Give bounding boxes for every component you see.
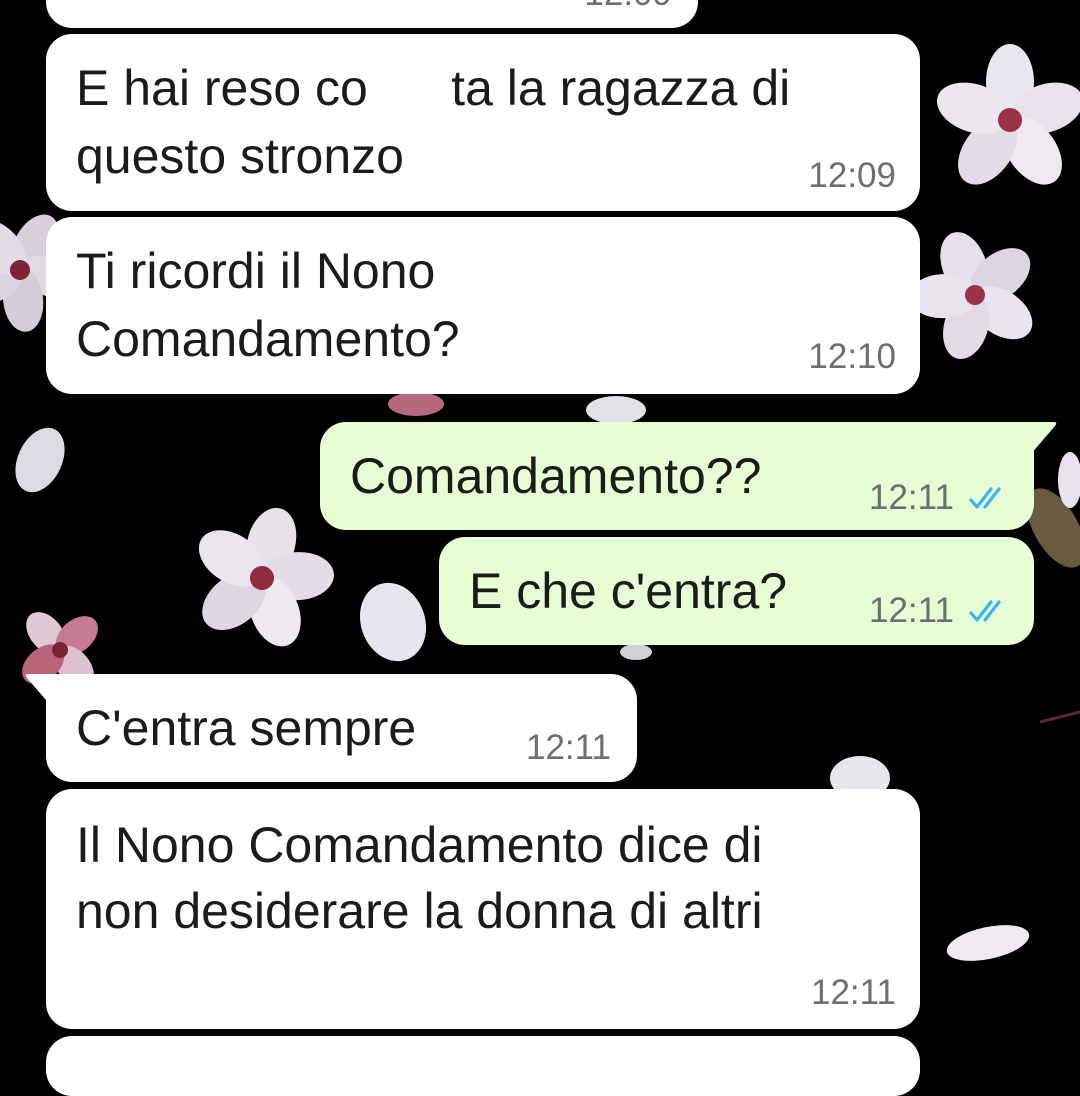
message-meta: 12:09 — [584, 0, 672, 14]
message-timestamp: 12:11 — [526, 728, 611, 767]
incoming-message-bubble[interactable] — [46, 1036, 920, 1096]
message-meta: 12:11 — [869, 478, 1012, 518]
incoming-message-bubble[interactable]: Il Nono Comandamento dice di non desider… — [46, 789, 920, 1029]
message-timestamp: 12:10 — [808, 337, 896, 376]
incoming-message-bubble[interactable]: Ti ricordi il Nono Comandamento? 12:10 — [46, 217, 920, 394]
message-text-line: Ti ricordi il Nono — [76, 243, 436, 299]
message-meta: 12:11 — [526, 728, 611, 768]
message-text-line: Comandamento?? — [350, 448, 762, 504]
message-meta: 12:09 — [808, 156, 896, 196]
cherry-blossom-icon — [936, 44, 1080, 185]
message-text-line: questo stronzo — [76, 128, 404, 184]
message-text-line: non desiderare la donna di altri — [76, 883, 763, 939]
outgoing-message-bubble[interactable]: E che c'entra? 12:11 — [439, 537, 1034, 645]
petal-shape — [15, 427, 65, 493]
petal-shape — [359, 582, 427, 662]
message-timestamp: 12:09 — [584, 0, 672, 14]
message-meta: 12:10 — [808, 337, 896, 377]
message-text-line: E hai reso co ta la ragazza di — [76, 60, 791, 116]
message-timestamp: 12:11 — [869, 478, 954, 517]
message-timestamp: 12:09 — [808, 156, 896, 195]
incoming-message-bubble[interactable]: C'entra sempre 12:11 — [46, 674, 637, 782]
message-meta: 12:11 — [811, 973, 896, 1013]
message-meta: 12:11 — [869, 591, 1012, 631]
message-text-line: E che c'entra? — [469, 563, 788, 619]
double-check-read-icon — [969, 600, 1001, 622]
incoming-message-bubble[interactable]: E hai reso co ta la ragazza di questo st… — [46, 34, 920, 211]
double-check-read-icon — [969, 487, 1001, 509]
message-text-line: C'entra sempre — [76, 700, 417, 756]
message-timestamp: 12:11 — [869, 591, 954, 630]
incoming-message-bubble[interactable]: 12:09 — [46, 0, 698, 28]
petal-shape — [620, 644, 652, 660]
message-text-line: Il Nono Comandamento dice di — [76, 817, 763, 873]
petal-shape — [388, 392, 444, 416]
petal-shape — [946, 925, 1030, 961]
petal-shape — [586, 396, 646, 424]
stem-line — [1039, 710, 1080, 724]
outgoing-message-bubble[interactable]: Comandamento?? 12:11 — [320, 422, 1034, 530]
message-text-line: Comandamento? — [76, 311, 460, 367]
message-timestamp: 12:11 — [811, 973, 896, 1012]
